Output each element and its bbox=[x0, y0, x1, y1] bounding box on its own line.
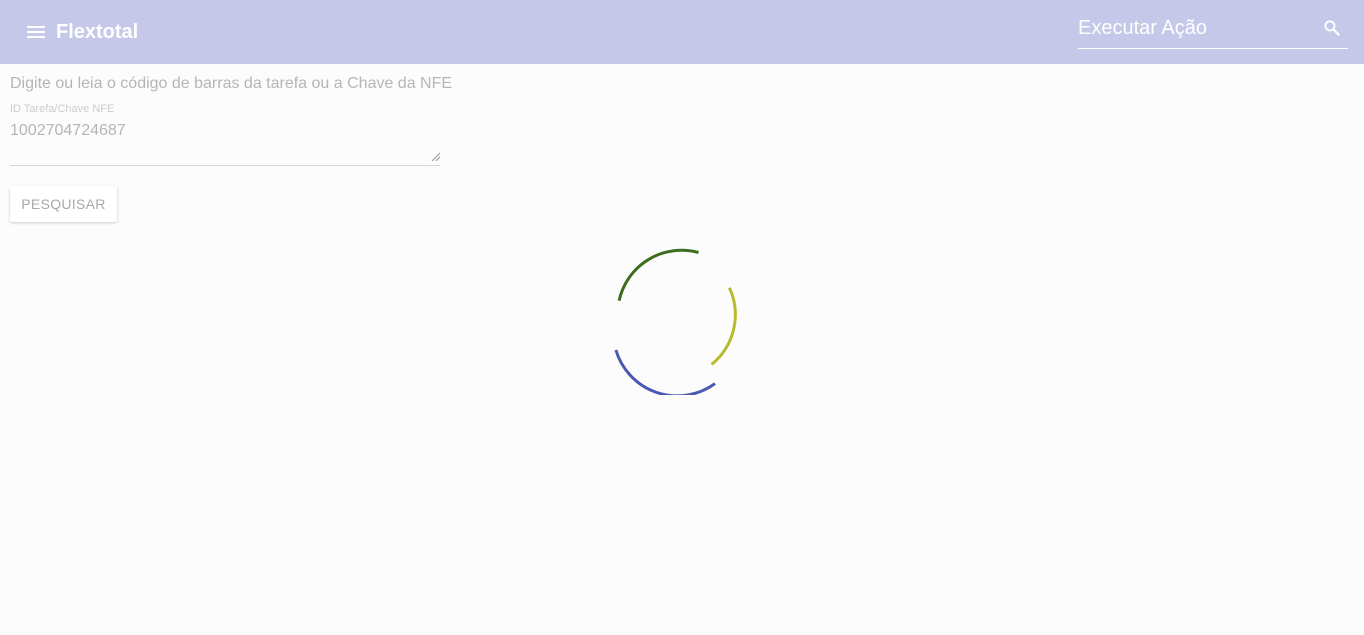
task-id-field-wrapper bbox=[10, 120, 440, 166]
instruction-text: Digite ou leia o código de barras da tar… bbox=[10, 75, 453, 92]
search-icon[interactable] bbox=[1322, 18, 1342, 38]
loading-spinner-icon bbox=[614, 248, 737, 395]
spinner-arc-yellow bbox=[710, 287, 737, 366]
task-id-label: ID Tarefa/Chave NFE bbox=[10, 103, 115, 115]
action-search bbox=[1078, 12, 1348, 49]
action-search-input[interactable] bbox=[1078, 12, 1308, 44]
search-button[interactable]: PESQUISAR bbox=[10, 186, 117, 222]
spinner-arc-blue bbox=[614, 349, 716, 395]
app-bar: Flextotal bbox=[0, 0, 1364, 64]
menu-icon[interactable] bbox=[24, 20, 48, 44]
resize-handle-icon[interactable] bbox=[430, 151, 440, 161]
task-id-field[interactable] bbox=[10, 120, 440, 160]
spinner-arc-green bbox=[617, 248, 699, 302]
app-title: Flextotal bbox=[56, 21, 139, 43]
